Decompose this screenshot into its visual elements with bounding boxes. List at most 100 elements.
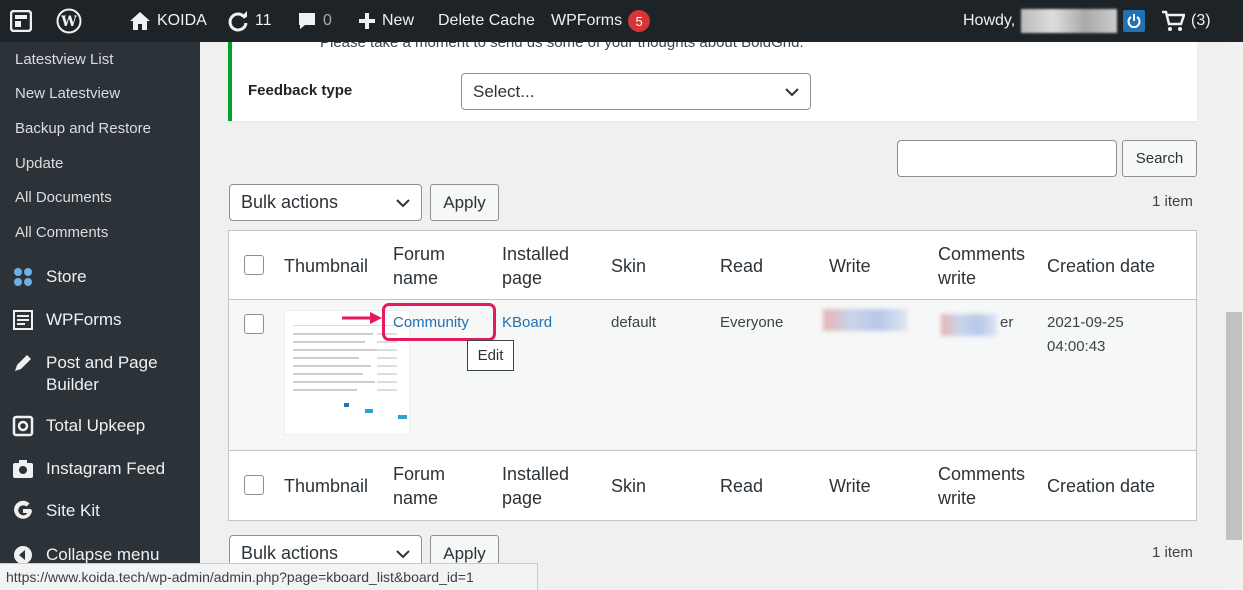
col-read[interactable]: Read: [720, 254, 763, 278]
col-comments-write-line2: write: [938, 268, 977, 288]
username-redacted: [1021, 9, 1118, 33]
store-icon: [12, 266, 34, 288]
col-write-footer[interactable]: Write: [829, 474, 871, 498]
chevron-down-icon: [396, 549, 410, 558]
howdy-label: Howdy,: [963, 12, 1016, 29]
table-footer: Thumbnail Forum name Installed page Skin R…: [229, 451, 1196, 520]
col-forum-name-footer[interactable]: Forum name: [393, 462, 445, 510]
menu-post-page-builder-line1: Post and Page: [46, 353, 158, 372]
my-account-link[interactable]: Howdy,: [963, 0, 1146, 42]
search-button[interactable]: Search: [1122, 140, 1197, 177]
comment-icon: [299, 13, 315, 29]
delete-cache-label: Delete Cache: [438, 12, 535, 29]
admin-bar-toggle-icon[interactable]: [10, 0, 32, 42]
wpforms-adminbar-link[interactable]: WPForms 5: [551, 0, 651, 42]
pencil-icon: [12, 352, 34, 374]
new-label: New: [382, 12, 415, 29]
comments-count: 0: [323, 12, 332, 29]
col-installed-page-footer-line1: Installed: [502, 464, 570, 484]
highlight-box: [382, 303, 496, 341]
col-write[interactable]: Write: [829, 254, 871, 278]
col-forum-name-line2: name: [393, 268, 439, 288]
col-skin[interactable]: Skin: [611, 254, 646, 278]
col-forum-name-footer-line1: Forum: [393, 464, 446, 484]
col-installed-page-footer-line2: page: [502, 488, 543, 508]
pointer-arrow-icon: [342, 312, 382, 324]
skin-value: default: [611, 314, 657, 331]
col-creation-date-footer[interactable]: Creation date: [1047, 474, 1155, 498]
delete-cache-link[interactable]: Delete Cache: [438, 0, 535, 42]
installed-page-link[interactable]: KBoard: [502, 311, 552, 335]
creation-date: 2021-09-25: [1047, 314, 1124, 331]
camera-icon: [12, 458, 34, 480]
col-thumbnail-footer[interactable]: Thumbnail: [284, 474, 368, 498]
admin-sidebar: Latestview List New Latestview Backup an…: [0, 42, 200, 590]
wordpress-logo-icon[interactable]: W: [56, 0, 82, 42]
submenu-backup-restore[interactable]: Backup and Restore: [0, 111, 200, 146]
updates-link[interactable]: 11: [227, 0, 272, 42]
comments-write-redacted: [941, 314, 997, 336]
feedback-type-label: Feedback type: [248, 82, 353, 99]
wpforms-icon: [12, 309, 34, 331]
scrollbar-thumb[interactable]: [1226, 312, 1242, 540]
chevron-down-icon: [396, 198, 410, 207]
creation-time: 04:00:43: [1047, 338, 1106, 355]
menu-total-upkeep[interactable]: Total Upkeep: [0, 415, 200, 437]
write-value-redacted: [823, 309, 907, 331]
col-installed-page-line1: Installed: [502, 244, 570, 264]
plus-icon: [359, 13, 375, 29]
menu-wpforms-label: WPForms: [46, 310, 122, 329]
col-comments-write-footer[interactable]: Comments write: [938, 462, 1025, 510]
site-name-link[interactable]: KOIDA: [129, 0, 207, 42]
search-input[interactable]: [897, 140, 1117, 177]
read-value: Everyone: [720, 314, 784, 331]
col-installed-page-footer[interactable]: Installed page: [502, 462, 569, 510]
menu-store[interactable]: Store: [0, 266, 200, 288]
power-icon[interactable]: [1123, 10, 1146, 32]
row-checkbox[interactable]: [244, 314, 264, 334]
menu-site-kit[interactable]: Site Kit: [0, 500, 200, 522]
new-content-link[interactable]: New: [358, 0, 414, 42]
admin-bar: W KOIDA 11 0 New Delete Cache WPForms 5 …: [0, 0, 1243, 42]
boards-table: Thumbnail Forum name Installed page Skin R…: [228, 230, 1197, 521]
comments-link[interactable]: 0: [297, 0, 332, 42]
submenu-new-latestview[interactable]: New Latestview: [0, 77, 200, 112]
bulk-actions-label-bottom: Bulk actions: [241, 543, 339, 563]
svg-text:W: W: [60, 14, 77, 30]
menu-store-label: Store: [46, 267, 87, 286]
bulk-actions-select-top[interactable]: Bulk actions: [229, 184, 422, 221]
feedback-notice: Please take a moment to send us some of …: [228, 42, 1197, 121]
apply-button-top[interactable]: Apply: [430, 184, 499, 221]
wpforms-badge: 5: [628, 10, 651, 32]
select-all-checkbox[interactable]: [244, 255, 264, 275]
home-icon: [130, 12, 150, 30]
col-thumbnail[interactable]: Thumbnail: [284, 254, 368, 278]
chevron-down-icon: [785, 87, 799, 96]
submenu-update[interactable]: Update: [0, 146, 200, 181]
menu-wpforms[interactable]: WPForms: [0, 309, 200, 331]
menu-site-kit-label: Site Kit: [46, 501, 100, 520]
col-comments-write[interactable]: Comments write: [938, 242, 1025, 290]
col-creation-date[interactable]: Creation date: [1047, 254, 1155, 278]
kboard-submenu: Latestview List New Latestview Backup an…: [0, 42, 200, 250]
notice-text: Please take a moment to send us some of …: [320, 42, 804, 51]
cart-link[interactable]: (3): [1161, 0, 1211, 42]
col-comments-write-footer-line2: write: [938, 488, 977, 508]
select-all-checkbox-footer[interactable]: [244, 475, 264, 495]
submenu-all-comments[interactable]: All Comments: [0, 215, 200, 250]
col-forum-name-line1: Forum: [393, 244, 446, 264]
menu-instagram-feed[interactable]: Instagram Feed: [0, 458, 200, 480]
submenu-all-documents[interactable]: All Documents: [0, 180, 200, 215]
menu-post-page-builder[interactable]: Post and Page Builder: [0, 352, 200, 396]
col-skin-footer[interactable]: Skin: [611, 474, 646, 498]
google-g-icon: [12, 500, 34, 522]
col-installed-page[interactable]: Installed page: [502, 242, 569, 290]
feedback-type-select[interactable]: Select...: [461, 73, 811, 110]
col-read-footer[interactable]: Read: [720, 474, 763, 498]
item-count-top: 1 item: [1152, 193, 1193, 210]
total-upkeep-icon: [12, 415, 34, 437]
col-comments-write-line1: Comments: [938, 244, 1026, 264]
comments-write-suffix: er: [1000, 314, 1014, 331]
submenu-latestview-list[interactable]: Latestview List: [0, 42, 200, 77]
col-forum-name[interactable]: Forum name: [393, 242, 445, 290]
